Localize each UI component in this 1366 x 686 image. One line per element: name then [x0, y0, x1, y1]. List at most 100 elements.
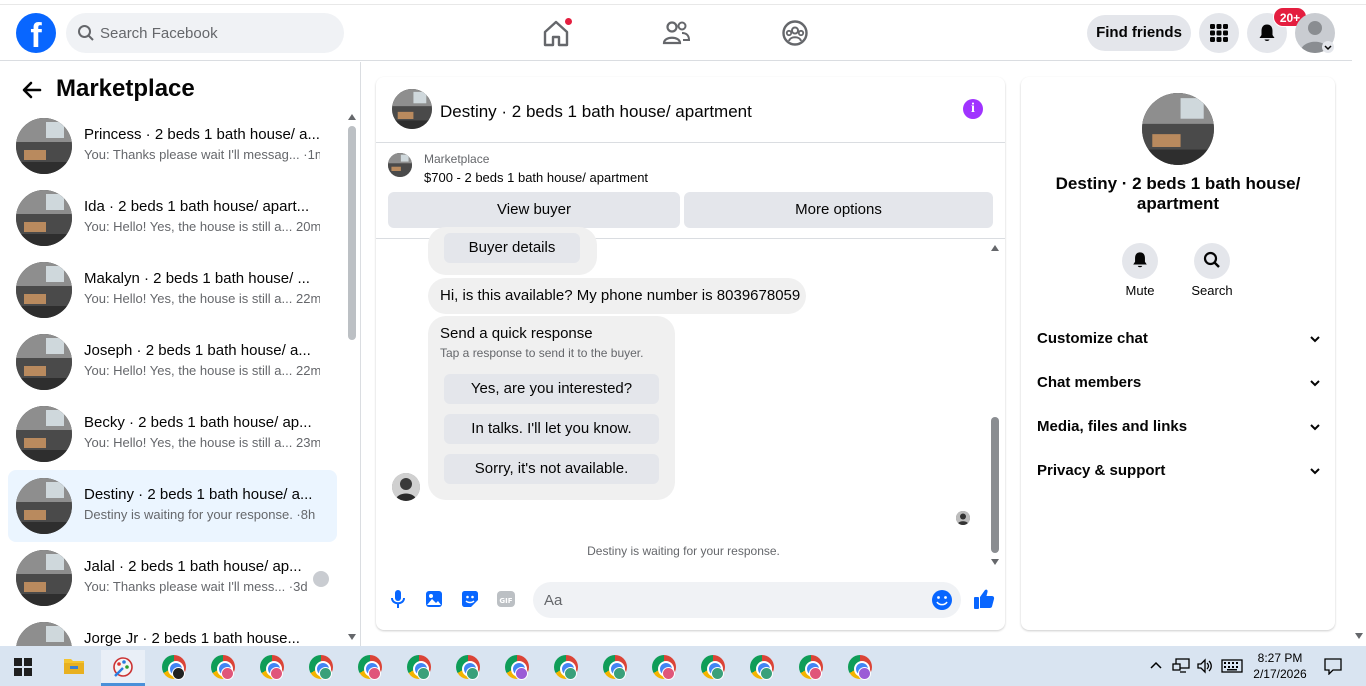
gif-icon[interactable]: GIF — [495, 588, 517, 610]
listing-price[interactable]: $700 - 2 beds 1 bath house/ apartment — [424, 170, 648, 185]
panel-listing-image — [1142, 93, 1214, 165]
conversation-details-panel: Destiny · 2 beds 1 bath house/ apartment… — [1021, 77, 1335, 630]
chat-scroll-up-arrow[interactable] — [991, 245, 999, 251]
read-receipt-avatar — [956, 511, 970, 525]
search-input[interactable] — [100, 13, 330, 53]
chat-listing-thumbnail[interactable] — [392, 89, 432, 129]
conversation-preview: You: Hello! Yes, the house is still a...… — [84, 291, 320, 306]
search-icon — [1203, 251, 1220, 268]
groups-icon[interactable] — [779, 17, 811, 49]
chat-scrollbar-thumb[interactable] — [991, 417, 999, 553]
find-friends-button[interactable]: Find friends — [1087, 15, 1191, 51]
conversation-item-active[interactable]: Destiny · 2 beds 1 bath house/ a... Dest… — [8, 470, 337, 542]
chat-members-section[interactable]: Chat members — [1029, 361, 1327, 405]
microphone-icon[interactable] — [387, 588, 409, 610]
info-icon[interactable]: i — [963, 99, 983, 119]
waiting-status-text: Destiny is waiting for your response. — [587, 544, 780, 558]
friends-icon[interactable] — [660, 17, 692, 49]
scroll-up-arrow[interactable] — [348, 114, 356, 120]
conversation-item[interactable]: Joseph · 2 beds 1 bath house/ a... You: … — [8, 326, 337, 398]
chrome-profile-badge — [466, 667, 479, 680]
taskbar-chrome-window[interactable] — [250, 650, 294, 686]
listing-thumbnail — [16, 622, 72, 646]
section-label: Privacy & support — [1037, 462, 1166, 479]
back-arrow-icon[interactable] — [20, 78, 44, 102]
quick-response-talks-button[interactable]: In talks. I'll let you know. — [444, 414, 659, 444]
sender-avatar[interactable] — [392, 473, 420, 501]
search-box[interactable] — [66, 13, 344, 53]
thumbs-up-icon[interactable] — [972, 587, 996, 611]
network-icon[interactable] — [1172, 658, 1190, 674]
clock-date: 2/17/2026 — [1253, 667, 1307, 681]
taskbar-chrome-window[interactable] — [201, 650, 245, 686]
conversation-list-scrollbar[interactable] — [346, 112, 358, 642]
taskbar-chrome-window[interactable] — [740, 650, 784, 686]
listing-thumbnail — [16, 190, 72, 246]
mute-button[interactable] — [1122, 243, 1158, 279]
chrome-profile-badge — [515, 667, 528, 680]
page-scrollbar[interactable] — [1352, 61, 1366, 646]
chrome-profile-badge — [319, 667, 332, 680]
chat-scroll-down-arrow[interactable] — [991, 559, 999, 565]
windows-start-icon[interactable] — [14, 658, 32, 676]
taskbar-chrome-window[interactable] — [789, 650, 833, 686]
chat-scrollbar[interactable] — [988, 239, 1002, 569]
taskbar-app-paint[interactable] — [101, 650, 145, 686]
file-explorer-icon[interactable] — [63, 656, 85, 676]
message-composer: GIF — [376, 574, 1005, 630]
volume-icon[interactable] — [1196, 658, 1214, 674]
taskbar-chrome-window[interactable] — [691, 650, 735, 686]
more-options-button[interactable]: More options — [684, 192, 993, 228]
taskbar-chrome-window[interactable] — [544, 650, 588, 686]
scrollbar-thumb[interactable] — [348, 126, 356, 340]
menu-button[interactable] — [1199, 13, 1239, 53]
quick-response-yes-button[interactable]: Yes, are you interested? — [444, 374, 659, 404]
taskbar-chrome-window[interactable] — [446, 650, 490, 686]
message-input-box[interactable] — [533, 582, 961, 618]
conversation-item[interactable]: Ida · 2 beds 1 bath house/ apart... You:… — [8, 182, 337, 254]
search-label: Search — [1191, 283, 1233, 298]
conversation-preview: You: Thanks please wait I'll mess... ·3d — [84, 579, 308, 594]
seen-avatar-icon — [313, 571, 329, 587]
conversation-title: Jorge Jr · 2 beds 1 bath house... — [84, 630, 300, 646]
chrome-profile-badge — [858, 667, 871, 680]
media-files-links-section[interactable]: Media, files and links — [1029, 405, 1327, 449]
taskbar-chrome-window[interactable] — [838, 650, 882, 686]
notification-center-icon[interactable] — [1324, 657, 1342, 675]
buyer-details-button[interactable]: Buyer details — [444, 233, 580, 263]
conversation-item[interactable]: Makalyn · 2 beds 1 bath house/ ... You: … — [8, 254, 337, 326]
sticker-icon[interactable] — [459, 588, 481, 610]
keyboard-icon[interactable] — [1221, 659, 1243, 673]
chevron-down-icon — [1310, 380, 1320, 387]
listing-thumbnail — [16, 478, 72, 534]
conversation-item[interactable]: Becky · 2 beds 1 bath house/ ap... You: … — [8, 398, 337, 470]
page-scroll-down-arrow[interactable] — [1355, 633, 1363, 639]
conversation-item[interactable]: Jorge Jr · 2 beds 1 bath house... — [8, 614, 337, 646]
taskbar-chrome-window[interactable] — [495, 650, 539, 686]
conversation-title: Ida · 2 beds 1 bath house/ apart... — [84, 198, 310, 215]
listing-label: Marketplace — [424, 152, 490, 166]
taskbar-chrome-window[interactable] — [593, 650, 637, 686]
search-conversation-button[interactable] — [1194, 243, 1230, 279]
taskbar-chrome-window[interactable] — [348, 650, 392, 686]
view-buyer-button[interactable]: View buyer — [388, 192, 680, 228]
taskbar-chrome-window[interactable] — [152, 650, 196, 686]
listing-banner: Marketplace $700 - 2 beds 1 bath house/ … — [376, 143, 1005, 239]
scroll-down-arrow[interactable] — [348, 634, 356, 640]
photo-icon[interactable] — [423, 588, 445, 610]
taskbar-chrome-window[interactable] — [299, 650, 343, 686]
quick-response-sorry-button[interactable]: Sorry, it's not available. — [444, 454, 659, 484]
system-clock[interactable]: 8:27 PM 2/17/2026 — [1250, 650, 1310, 682]
taskbar-chrome-window[interactable] — [397, 650, 441, 686]
message-input[interactable] — [544, 582, 914, 618]
emoji-icon[interactable] — [931, 589, 953, 611]
privacy-support-section[interactable]: Privacy & support — [1029, 449, 1327, 493]
customize-chat-section[interactable]: Customize chat — [1029, 317, 1327, 361]
tray-chevron-up-icon[interactable] — [1150, 660, 1162, 670]
facebook-logo-icon[interactable]: f — [16, 13, 56, 53]
taskbar-chrome-window[interactable] — [642, 650, 686, 686]
chat-title[interactable]: Destiny · 2 beds 1 bath house/ apartment — [440, 102, 752, 122]
conversation-item[interactable]: Jalal · 2 beds 1 bath house/ ap... You: … — [8, 542, 337, 614]
account-chevron-down-icon[interactable] — [1322, 41, 1334, 53]
conversation-item[interactable]: Princess · 2 beds 1 bath house/ a... You… — [8, 110, 337, 182]
